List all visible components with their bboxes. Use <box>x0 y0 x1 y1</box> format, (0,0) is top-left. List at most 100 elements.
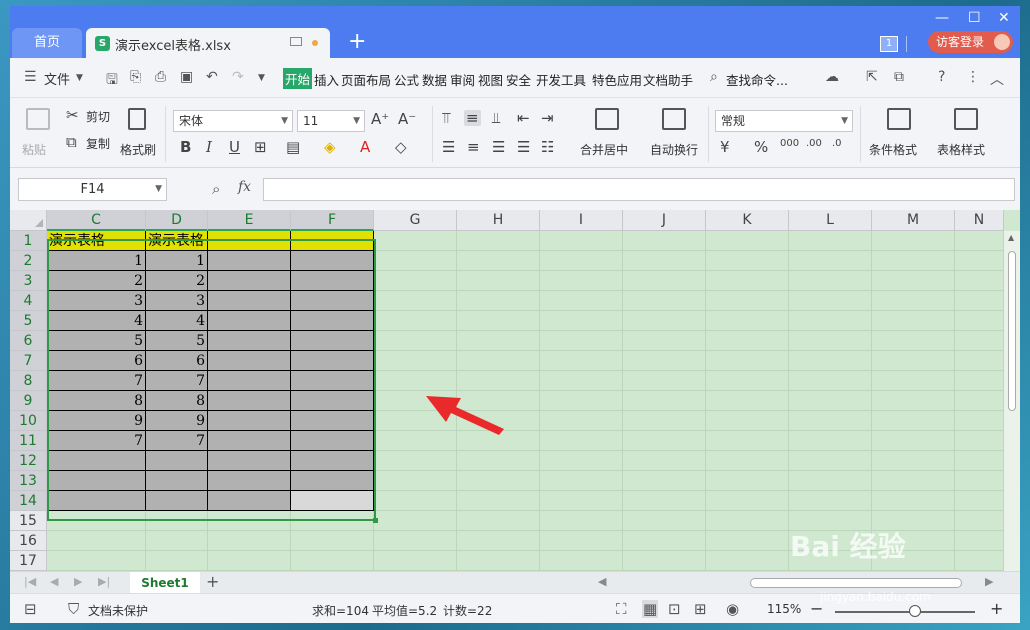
italic-button[interactable]: I <box>206 139 212 155</box>
menu-security[interactable]: 安全 <box>506 70 531 89</box>
increase-font-icon[interactable]: A⁺ <box>371 111 389 127</box>
align-left-icon[interactable]: ☰ <box>442 139 455 155</box>
decrease-font-icon[interactable]: A⁻ <box>398 111 416 127</box>
collaborate-icon[interactable]: ⧉ <box>894 69 904 85</box>
save-icon[interactable]: 🖫 <box>106 69 118 93</box>
wrap-text-icon[interactable] <box>662 108 686 130</box>
spreadsheet-grid[interactable]: C D E F G H I J K L M N 1 2 3 4 5 6 7 8 9 10 11 12 1… <box>10 210 1020 571</box>
cut-button[interactable]: 剪切 <box>86 108 110 125</box>
cloud-icon[interactable]: ☁ <box>825 69 839 85</box>
align-top-icon[interactable]: ⫪ <box>442 110 450 126</box>
export-icon[interactable]: ⎘ <box>130 69 141 85</box>
underline-button[interactable]: U <box>229 139 240 155</box>
borders-icon[interactable]: ⊞ <box>254 139 267 155</box>
fill-color-icon[interactable]: ◈ <box>324 139 336 155</box>
conditional-format-button[interactable]: 条件格式 <box>869 141 917 158</box>
menu-features[interactable]: 特色应用 <box>592 70 642 89</box>
print-preview-icon[interactable]: ▣ <box>180 69 193 85</box>
percent-button[interactable]: % <box>754 139 768 155</box>
guest-login-button[interactable]: 访客登录 <box>928 31 1013 53</box>
align-middle-icon[interactable]: ≡ <box>464 110 481 126</box>
insert-function-button[interactable]: fx <box>238 179 251 195</box>
menu-doc-assistant[interactable]: 文档助手 <box>643 70 693 89</box>
font-color-icon[interactable]: A <box>360 139 370 155</box>
redo-icon[interactable]: ↷ <box>232 69 244 85</box>
tab-document[interactable]: S 演示excel表格.xlsx <box>86 28 330 58</box>
zoom-slider[interactable] <box>835 611 975 613</box>
conditional-format-icon[interactable] <box>887 108 911 130</box>
thousands-icon[interactable]: 000 <box>780 136 799 152</box>
minimize-button[interactable]: — <box>935 10 949 26</box>
undo-icon[interactable]: ↶ <box>206 69 218 85</box>
sheet-tab-sheet1[interactable]: Sheet1 <box>130 572 200 594</box>
currency-icon[interactable]: ¥ <box>720 139 730 155</box>
paste-button[interactable]: 粘贴 <box>22 141 46 158</box>
page-break-icon[interactable]: ⊡ <box>668 600 681 618</box>
indent-icon[interactable]: ⇥ <box>541 110 554 126</box>
zoom-in-button[interactable]: + <box>990 599 1003 618</box>
quick-access-dropdown-icon[interactable]: ▼ <box>258 73 265 83</box>
menu-developer[interactable]: 开发工具 <box>536 70 586 89</box>
zoom-slider-knob[interactable] <box>909 605 921 617</box>
normal-view-icon[interactable]: ▦ <box>642 600 659 618</box>
name-box[interactable]: F14 ▼ <box>18 178 167 201</box>
new-tab-button[interactable]: + <box>348 31 366 53</box>
zoom-formula-icon[interactable]: ⌕ <box>212 180 220 198</box>
next-sheet-icon[interactable]: ▶ <box>74 575 82 588</box>
align-center-icon[interactable]: ≡ <box>467 139 480 155</box>
scissors-icon[interactable]: ✂ <box>66 107 79 123</box>
menu-view[interactable]: 视图 <box>478 70 503 89</box>
menu-data[interactable]: 数据 <box>422 70 447 89</box>
chevron-down-icon[interactable]: ▼ <box>76 73 83 83</box>
formula-input[interactable] <box>263 178 1015 201</box>
align-right-icon[interactable]: ☰ <box>492 139 505 155</box>
search-icon[interactable]: ⌕ <box>710 69 718 85</box>
close-button[interactable]: ✕ <box>998 10 1010 26</box>
merge-center-button[interactable]: 合并居中 <box>580 141 628 158</box>
align-bottom-icon[interactable]: ⫫ <box>492 110 500 126</box>
hamburger-icon[interactable]: ☰ <box>24 69 37 85</box>
justify-icon[interactable]: ☰ <box>517 139 530 155</box>
table-style-icon[interactable] <box>954 108 978 130</box>
last-sheet-icon[interactable]: ▶| <box>98 575 110 588</box>
print-icon[interactable]: ⎙ <box>155 69 166 85</box>
paste-icon[interactable] <box>26 108 50 130</box>
menu-insert[interactable]: 插入 <box>314 70 339 89</box>
protect-status[interactable]: 文档未保护 <box>88 602 148 619</box>
add-sheet-button[interactable]: + <box>206 572 219 591</box>
clear-icon[interactable]: ◇ <box>395 139 407 155</box>
collapse-ribbon-icon[interactable]: ︿ <box>990 69 1004 89</box>
format-painter-button[interactable]: 格式刷 <box>120 141 156 158</box>
font-name-select[interactable]: 宋体 ▼ <box>173 110 293 132</box>
outdent-icon[interactable]: ⇤ <box>517 110 530 126</box>
eye-protection-icon[interactable]: ◉ <box>726 600 739 618</box>
monitor-icon[interactable] <box>290 37 302 46</box>
menu-page-layout[interactable]: 页面布局 <box>341 70 391 89</box>
merge-center-icon[interactable] <box>595 108 619 130</box>
search-commands[interactable]: 查找命令... <box>726 70 788 89</box>
share-icon[interactable]: ⇱ <box>866 69 878 85</box>
prev-sheet-icon[interactable]: ◀ <box>50 575 58 588</box>
window-count-badge[interactable]: 1 <box>880 36 898 52</box>
tab-home[interactable]: 首页 <box>12 28 82 58</box>
macro-icon[interactable]: ⊟ <box>24 600 37 618</box>
distributed-icon[interactable]: ☷ <box>541 139 554 155</box>
number-format-select[interactable]: 常规 ▼ <box>715 110 853 132</box>
bold-button[interactable]: B <box>180 139 191 155</box>
copy-button[interactable]: 复制 <box>86 135 110 152</box>
menu-home[interactable]: 开始 <box>283 68 313 89</box>
fullscreen-icon[interactable]: ⛶ <box>616 600 627 618</box>
table-style-button[interactable]: 表格样式 <box>937 141 985 158</box>
help-icon[interactable]: ? <box>938 69 945 85</box>
maximize-button[interactable]: ☐ <box>968 10 981 26</box>
font-size-select[interactable]: 11 ▼ <box>297 110 365 132</box>
zoom-level[interactable]: 115% <box>767 602 801 616</box>
more-icon[interactable]: ⋮ <box>966 69 980 85</box>
menu-review[interactable]: 审阅 <box>450 70 475 89</box>
format-painter-icon[interactable] <box>128 108 146 130</box>
hscroll-right-icon[interactable]: ▶ <box>985 575 993 588</box>
copy-icon[interactable]: ⧉ <box>66 134 77 150</box>
page-layout-icon[interactable]: ⊞ <box>694 600 707 618</box>
decrease-decimal-icon[interactable]: .0 <box>832 136 842 152</box>
hscroll-left-icon[interactable]: ◀ <box>598 575 606 588</box>
